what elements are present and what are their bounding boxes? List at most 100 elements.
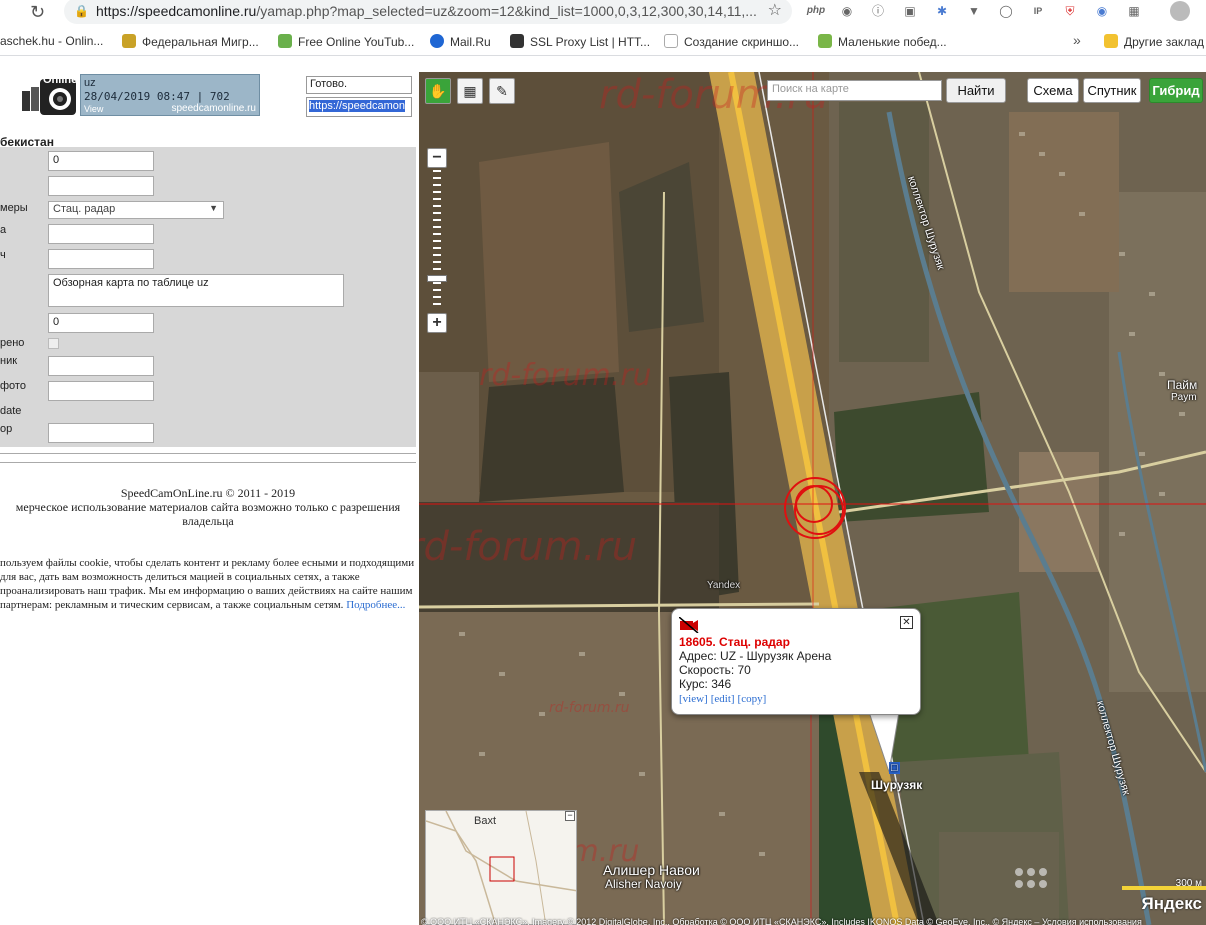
lock-icon: 🔒 <box>74 4 89 18</box>
zoom-out-button[interactable]: − <box>427 148 447 168</box>
popup-title: 18605. Стац. радар <box>679 635 790 649</box>
bookmark-item[interactable]: Федеральная Мигр... <box>122 34 259 49</box>
divider <box>0 453 416 454</box>
camera-type-label: меры <box>0 202 28 214</box>
minimap-collapse-icon[interactable]: − <box>565 811 575 821</box>
editor-label: ор <box>0 423 13 435</box>
grid-extension-icon[interactable]: ▦ <box>1124 1 1144 21</box>
camera-type-select[interactable]: Стац. радар ▼ <box>48 201 224 219</box>
close-icon[interactable]: ✕ <box>900 616 913 629</box>
zoom-slider-handle[interactable] <box>427 275 447 282</box>
popup-course: Курс: 346 <box>679 677 732 691</box>
bookmark-favicon-icon <box>664 34 678 48</box>
copy-link[interactable]: [copy] <box>738 693 767 705</box>
checked-checkbox[interactable] <box>48 338 59 349</box>
circle-extension-icon[interactable]: ◉ <box>837 1 857 21</box>
status-field: Готово. <box>306 76 412 94</box>
checked-label: рено <box>0 337 25 349</box>
photo-label: фото <box>0 380 26 392</box>
minimap-drawing <box>426 811 576 924</box>
watermark-text: rd-forum.ru <box>479 358 652 393</box>
copyright-note: мерческое использование материалов сайта… <box>15 500 401 528</box>
bookmark-item[interactable]: aschek.hu - Onlin... <box>0 34 103 48</box>
cookie-notice: пользуем файлы cookie, чтобы сделать кон… <box>0 557 415 611</box>
reload-icon[interactable]: ↻ <box>30 2 45 23</box>
chevron-down-icon: ▼ <box>209 203 218 213</box>
bookmarks-more-button[interactable]: » <box>1073 32 1081 48</box>
bus-stop-icon: □ <box>889 762 900 774</box>
overview-minimap[interactable]: Baxt − <box>425 810 577 925</box>
zoom-select-tool-icon[interactable]: ▦ <box>457 78 483 104</box>
bookmark-item[interactable]: Free Online YouTub... <box>278 34 414 49</box>
scale-bar <box>1122 886 1206 890</box>
popup-speed: Скорость: 70 <box>679 663 751 677</box>
left-panel: Online uz 28/04/2019 08:47 | 702 View sp… <box>0 57 418 925</box>
place-label: Пайм <box>1167 378 1198 392</box>
camera-extension-icon[interactable]: ◯ <box>996 1 1016 21</box>
profile-avatar[interactable] <box>1170 1 1190 21</box>
place-label-latin: Paym <box>1171 392 1197 403</box>
map-type-hybrid-button[interactable]: Гибрид <box>1149 78 1203 103</box>
bookmark-folder[interactable]: Другие заклад <box>1104 34 1204 49</box>
satellite-map[interactable]: rd-forum.ru rd-forum.ru rd-forum.ru rd-f… <box>419 72 1206 925</box>
hand-tool-icon[interactable]: ✋ <box>425 78 451 104</box>
cookie-more-link[interactable]: Подробнее... <box>346 599 405 611</box>
radar-camera-icon <box>679 617 699 633</box>
field-a[interactable] <box>48 224 154 244</box>
vpn-extension-icon[interactable]: ▼ <box>964 1 984 21</box>
copyright-text: SpeedCamOnLine.ru © 2011 - 2019 <box>120 486 296 500</box>
bookmark-favicon-icon <box>510 34 524 48</box>
camera-form: 0 меры Стац. радар ▼ а ч Обзорная карта … <box>0 147 416 447</box>
editor-field[interactable] <box>48 423 154 443</box>
address-bar[interactable]: 🔒 https://speedcamonline.ru/yamap.php?ma… <box>64 0 792 24</box>
banner-date-count: 28/04/2019 08:47 | 702 <box>84 90 230 103</box>
watermark-text: rd-forum.ru <box>419 524 638 570</box>
popup-address: Адрес: UZ - Шурузяк Арена <box>679 649 832 663</box>
field-ch[interactable] <box>48 249 154 269</box>
globe-extension-icon[interactable]: ◉ <box>1092 1 1112 21</box>
bookmark-item[interactable]: Mail.Ru <box>430 34 491 49</box>
map-search-input[interactable]: Поиск на карте <box>767 80 942 101</box>
info-banner[interactable]: uz 28/04/2019 08:47 | 702 View speedcamo… <box>80 74 260 116</box>
url-field[interactable]: https://speedcamon <box>306 97 412 117</box>
field-label-ch: ч <box>0 249 6 261</box>
bookmark-item[interactable]: Маленькие побед... <box>818 34 947 49</box>
bookmark-item[interactable]: Создание скриншо... <box>664 34 799 49</box>
find-button[interactable]: Найти <box>946 78 1006 103</box>
zoom-scale[interactable] <box>433 170 441 310</box>
php-extension-icon[interactable]: php <box>806 1 826 21</box>
skype-extension-icon[interactable]: ⓘ <box>868 1 888 21</box>
url-path: /yamap.php?map_selected=uz&zoom=12&kind_… <box>256 3 757 19</box>
ruler-tool-icon[interactable]: ✎ <box>489 78 515 104</box>
watermark-text: rd-forum.ru <box>549 700 630 716</box>
zoom-in-button[interactable]: + <box>427 313 447 333</box>
bookmark-item[interactable]: SSL Proxy List | HTT... <box>510 34 650 49</box>
source-field[interactable] <box>48 356 154 376</box>
photo-field[interactable] <box>48 381 154 401</box>
logo-text: Online <box>43 74 78 86</box>
view-link[interactable]: [view] <box>679 693 708 705</box>
map-attribution: © ООО ИТЦ «СКАНЭКС», Imagery © 2012 Digi… <box>421 917 1142 925</box>
screenshot-extension-icon[interactable]: ▣ <box>900 1 920 21</box>
map-type-scheme-button[interactable]: Схема <box>1027 78 1079 103</box>
district-label-latin: Alisher Navoiy <box>605 877 682 891</box>
district-label: Алишер Навои <box>603 862 700 878</box>
id-field[interactable]: 0 <box>48 151 154 171</box>
bookmark-favicon-icon <box>122 34 136 48</box>
bookmark-favicon-icon <box>818 34 832 48</box>
ip-extension-icon[interactable]: IP <box>1028 1 1048 21</box>
yandex-logo[interactable]: Яндекс <box>1142 894 1202 914</box>
field-2[interactable] <box>48 176 154 196</box>
puzzle-extension-icon[interactable]: ✱ <box>932 1 952 21</box>
banner-view: View <box>84 104 104 114</box>
minimap-place-label: Baxt <box>474 815 497 827</box>
shield-extension-icon[interactable]: ⛨ <box>1060 1 1080 21</box>
bookmark-favicon-icon <box>430 34 444 48</box>
bookmark-star-icon[interactable]: ☆ <box>768 0 782 24</box>
description-textarea[interactable]: Обзорная карта по таблице uz <box>48 274 344 307</box>
yandex-tile-label: Yandex <box>707 580 741 591</box>
field-7[interactable]: 0 <box>48 313 154 333</box>
map-type-satellite-button[interactable]: Спутник <box>1083 78 1141 103</box>
edit-link[interactable]: [edit] <box>711 693 735 705</box>
source-label: ник <box>0 355 18 367</box>
